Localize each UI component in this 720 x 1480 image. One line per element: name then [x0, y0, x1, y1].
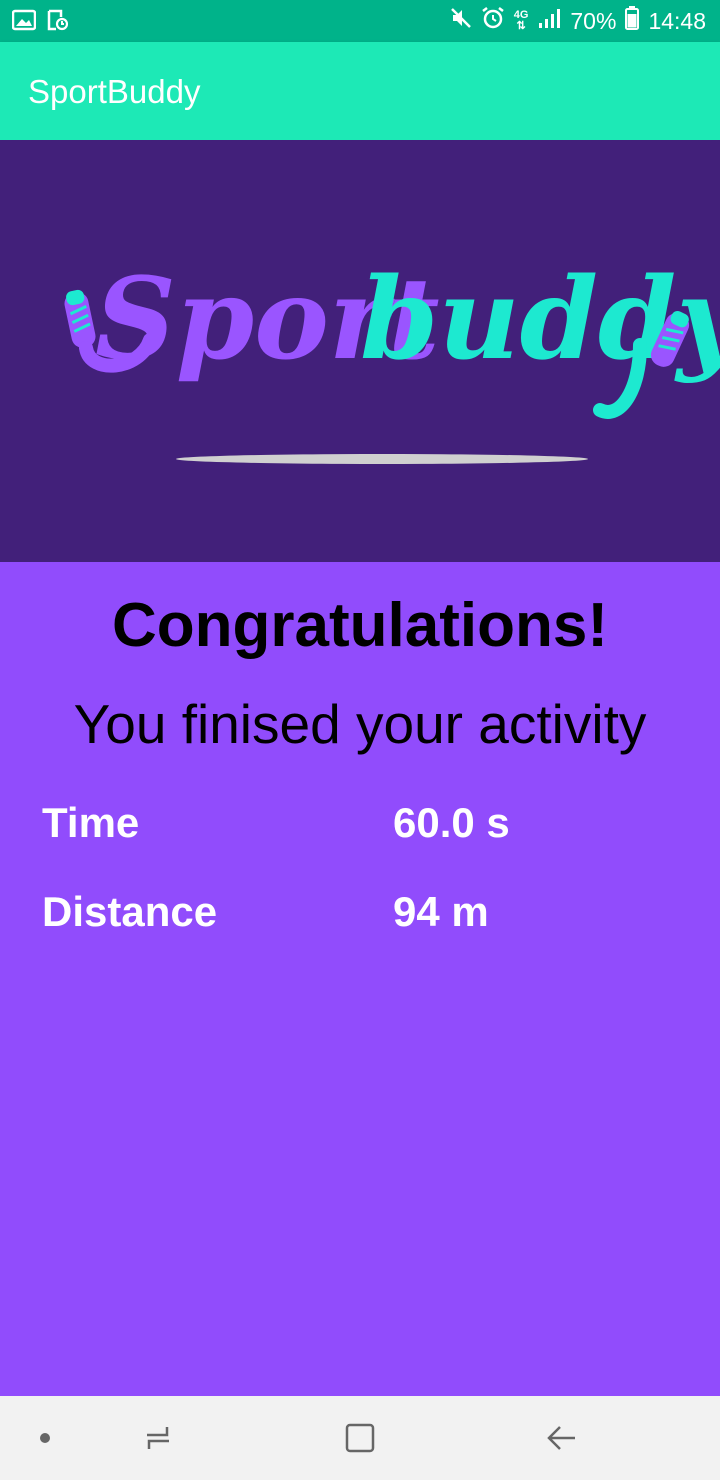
signal-icon — [537, 7, 561, 35]
time-value: 60.0 s — [393, 799, 510, 846]
sportbuddy-logo: Sport buddy — [64, 254, 720, 464]
battery-percent: 70% — [570, 7, 617, 34]
image-icon — [11, 9, 37, 36]
congratulations-heading: Congratulations! — [112, 591, 608, 660]
time-label: Time — [42, 799, 140, 846]
app-bar: SportBuddy — [0, 42, 720, 140]
logo-shadow — [176, 454, 588, 464]
result-panel: Congratulations! You finised your activi… — [0, 562, 720, 1396]
navigation-bar — [0, 1396, 720, 1480]
screenshot-icon — [46, 9, 69, 36]
distance-value: 94 m — [393, 888, 489, 935]
alarm-icon — [481, 6, 505, 36]
mute-icon — [450, 7, 472, 35]
network-icon: 4G ⇅ — [513, 9, 529, 32]
logo-banner: Sport buddy — [0, 140, 720, 562]
recents-icon[interactable] — [130, 1396, 186, 1480]
network-label: 4G — [513, 9, 529, 21]
dot-icon[interactable] — [25, 1396, 65, 1480]
status-bar: 4G ⇅ 70% 14:48 — [0, 0, 720, 42]
battery-icon — [625, 6, 640, 36]
back-icon[interactable] — [534, 1396, 590, 1480]
activity-finished-text: You finised your activity — [73, 693, 647, 755]
distance-label: Distance — [42, 888, 218, 935]
clock: 14:48 — [648, 7, 706, 34]
app-title: SportBuddy — [28, 73, 201, 110]
home-icon[interactable] — [332, 1396, 388, 1480]
